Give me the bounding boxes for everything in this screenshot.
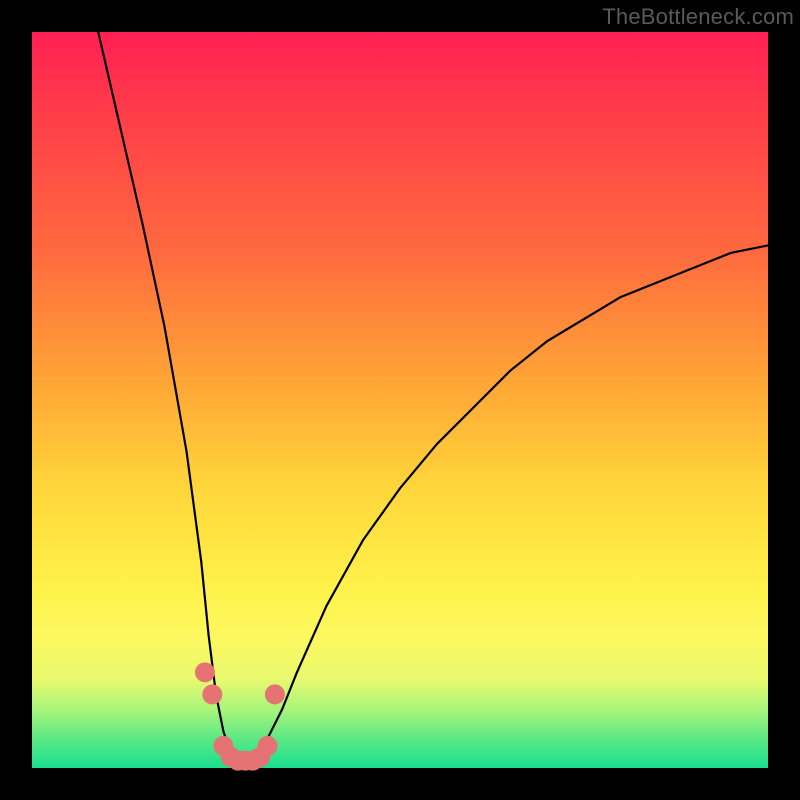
curve-layer: [32, 32, 768, 768]
highlight-point: [258, 736, 278, 756]
plot-area: [32, 32, 768, 768]
bottleneck-curve: [98, 32, 768, 761]
highlight-points: [195, 662, 285, 770]
highlight-point: [202, 684, 222, 704]
chart-frame: TheBottleneck.com: [0, 0, 800, 800]
highlight-point: [265, 684, 285, 704]
highlight-point: [195, 662, 215, 682]
watermark-text: TheBottleneck.com: [602, 4, 794, 30]
